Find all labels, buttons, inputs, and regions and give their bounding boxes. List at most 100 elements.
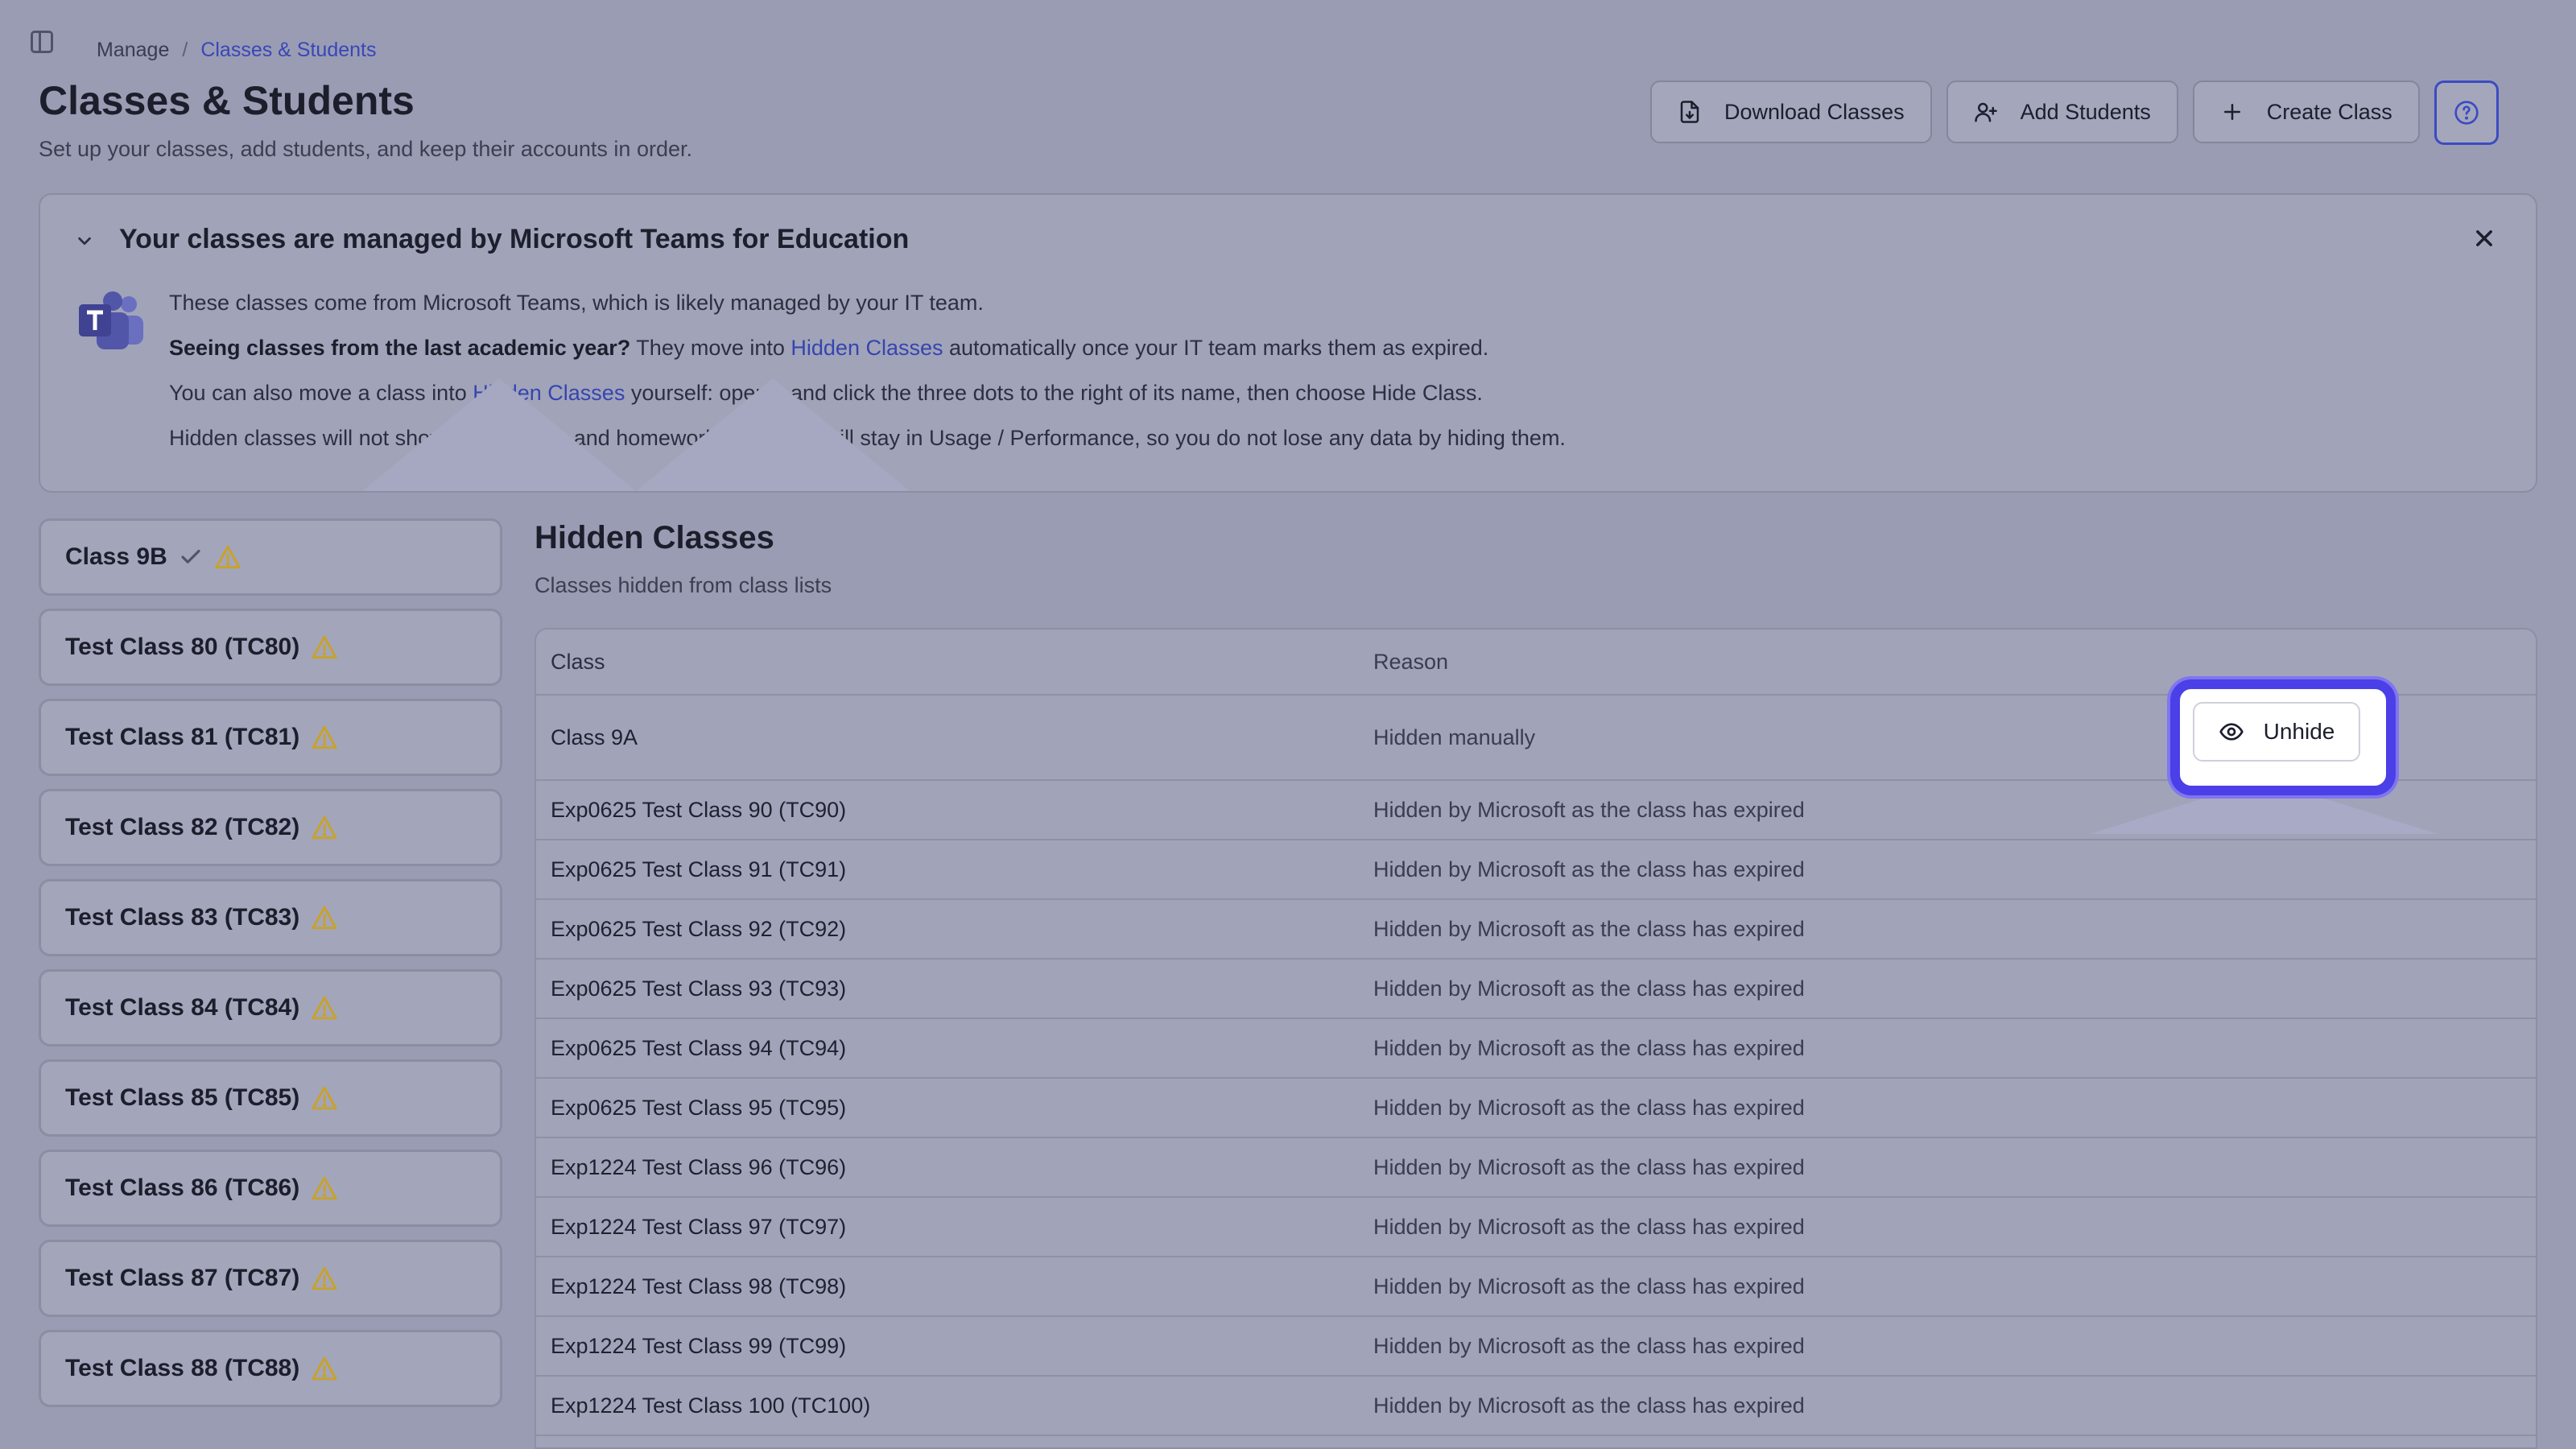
cell-class-name: Exp0625 Test Class 92 (TC92) — [551, 916, 847, 941]
table-row[interactable]: Exp0625 Test Class 95 (TC95) Hidden by Mi… — [536, 1079, 2536, 1138]
hidden-classes-table: Class Reason Class 9A Hidden manually Exp0… — [535, 628, 2537, 1449]
cell-reason: Hidden by Microsoft as the class has exp… — [1373, 857, 1805, 881]
class-list-item[interactable]: Test Class 81 (TC81) — [39, 699, 502, 776]
class-list-item-label: Test Class 85 (TC85) — [65, 1084, 300, 1111]
table-row[interactable]: Exp1224 Test Class 98 (TC98) Hidden by Mi… — [536, 1257, 2536, 1317]
cell-class-name: Exp0625 Test Class 94 (TC94) — [551, 1035, 847, 1060]
spotlight-shadow — [636, 378, 910, 491]
table-row[interactable]: Exp0625 Test Class 93 (TC93) Hidden by Mi… — [536, 960, 2536, 1019]
eye-icon — [2219, 723, 2244, 741]
cell-class-name: Exp0625 Test Class 91 (TC91) — [551, 857, 847, 881]
cell-reason: Hidden by Microsoft as the class has exp… — [1373, 797, 1805, 822]
class-list-item[interactable]: Test Class 87 (TC87) — [39, 1240, 502, 1317]
cell-reason: Hidden by Microsoft as the class has exp… — [1373, 1154, 1805, 1179]
table-row[interactable]: Exp0625 Test Class 92 (TC92) Hidden by Mi… — [536, 900, 2536, 960]
cell-reason: Hidden by Microsoft as the class has exp… — [1373, 976, 1805, 1001]
breadcrumb-separator: / — [182, 39, 188, 61]
table-row[interactable]: Exp1224 Test Class 97 (TC97) Hidden by Mi… — [536, 1198, 2536, 1257]
spotlight-shadow — [362, 378, 636, 491]
cell-reason: Hidden by Microsoft as the class has exp… — [1373, 1333, 1805, 1358]
warning-icon — [312, 1356, 337, 1381]
question-circle-icon — [2454, 101, 2479, 125]
create-class-button[interactable]: Create Class — [2192, 80, 2420, 143]
class-list-item[interactable]: Test Class 83 (TC83) — [39, 879, 502, 956]
close-icon[interactable] — [2473, 227, 2496, 250]
cell-reason: Hidden by Microsoft as the class has exp… — [1373, 1095, 1805, 1120]
table-row[interactable]: Exp1224 Test Class 96 (TC96) Hidden by Mi… — [536, 1138, 2536, 1198]
column-header-class: Class — [551, 649, 605, 674]
cell-reason: Hidden by Microsoft as the class has exp… — [1373, 1393, 1805, 1418]
breadcrumb-current[interactable]: Classes & Students — [200, 39, 376, 62]
class-list-item[interactable]: Test Class 86 (TC86) — [39, 1150, 502, 1227]
add-students-button[interactable]: Add Students — [1946, 80, 2178, 143]
class-list-item-label: Test Class 86 (TC86) — [65, 1174, 300, 1201]
cell-reason: Hidden by Microsoft as the class has exp… — [1373, 1214, 1805, 1239]
banner-line-1: These classes come from Microsoft Teams,… — [169, 291, 984, 315]
warning-icon — [312, 1086, 337, 1110]
hidden-classes-title: Hidden Classes — [535, 520, 774, 555]
hidden-classes-link[interactable]: Hidden Classes — [791, 336, 943, 360]
table-row[interactable]: Exp1224 Test Class 99 (TC99) Hidden by Mi… — [536, 1317, 2536, 1377]
sidebar-toggle-icon[interactable] — [31, 31, 53, 53]
class-list-item-label: Test Class 83 (TC83) — [65, 904, 300, 931]
table-row[interactable]: Exp0625 Test Class 94 (TC94) Hidden by Mi… — [536, 1019, 2536, 1079]
help-button[interactable] — [2434, 80, 2499, 145]
class-list-item[interactable]: Test Class 82 (TC82) — [39, 789, 502, 866]
user-plus-icon — [1974, 102, 1997, 122]
warning-icon — [312, 635, 337, 659]
chevron-down-icon[interactable] — [76, 232, 93, 250]
class-list-item-label: Test Class 87 (TC87) — [65, 1265, 300, 1291]
cell-reason: Hidden by Microsoft as the class has exp… — [1373, 916, 1805, 941]
class-list-item-label: Test Class 88 (TC88) — [65, 1355, 300, 1381]
breadcrumb-manage[interactable]: Manage — [97, 39, 169, 62]
cell-class-name: Exp1224 Test Class 100 (TC100) — [551, 1393, 871, 1418]
banner-title: Your classes are managed by Microsoft Te… — [119, 224, 910, 254]
class-list-item[interactable]: Test Class 84 (TC84) — [39, 969, 502, 1046]
class-list-item[interactable]: Test Class 85 (TC85) — [39, 1059, 502, 1137]
page-subtitle: Set up your classes, add students, and k… — [39, 137, 692, 161]
cell-reason: Hidden manually — [1373, 724, 1536, 749]
plus-icon — [2223, 104, 2240, 120]
class-list-item[interactable]: Class 9B — [39, 518, 502, 596]
cell-class-name: Exp1224 Test Class 96 (TC96) — [551, 1154, 847, 1179]
table-row[interactable]: Exp0625 Test Class 91 (TC91) Hidden by Mi… — [536, 840, 2536, 900]
page: Manage / Classes & Students Classes & St… — [0, 0, 2576, 1449]
microsoft-teams-logo-icon — [79, 291, 143, 349]
banner-line-2-text-b: automatically once your IT team marks th… — [943, 336, 1489, 360]
teams-managed-banner: Your classes are managed by Microsoft Te… — [39, 193, 2537, 493]
page-title: Classes & Students — [39, 78, 415, 123]
warning-icon — [312, 725, 337, 749]
table-row[interactable]: Exp1224 Test Class 100 (TC100) Hidden by … — [536, 1377, 2536, 1436]
cell-class-name: Exp0625 Test Class 95 (TC95) — [551, 1095, 847, 1120]
warning-icon — [312, 815, 337, 840]
banner-line-2: Seeing classes from the last academic ye… — [169, 332, 1566, 377]
warning-icon — [312, 906, 337, 930]
banner-line-2-bold: Seeing classes from the last academic ye… — [169, 336, 631, 360]
cell-class-name: Exp0625 Test Class 90 (TC90) — [551, 797, 847, 822]
cell-reason: Hidden by Microsoft as the class has exp… — [1373, 1035, 1805, 1060]
warning-icon — [215, 545, 241, 569]
unhide-button[interactable]: Unhide — [2193, 702, 2360, 762]
banner-line-2-text-a: They move into — [630, 336, 791, 360]
class-list-item-label: Test Class 81 (TC81) — [65, 724, 300, 750]
hidden-classes-subtitle: Classes hidden from class lists — [535, 573, 832, 597]
cell-class-name: Exp1224 Test Class 97 (TC97) — [551, 1214, 847, 1239]
download-classes-button[interactable]: Download Classes — [1650, 80, 1932, 143]
class-list: Class 9B Test Class 80 (TC80) Test Class 8… — [39, 518, 502, 1420]
class-list-item-label: Class 9B — [65, 543, 167, 570]
warning-icon — [312, 1176, 337, 1200]
cell-class-name: Exp0625 Test Class 93 (TC93) — [551, 976, 847, 1001]
class-list-item[interactable]: Test Class 80 (TC80) — [39, 609, 502, 686]
create-class-label: Create Class — [2266, 99, 2392, 124]
class-list-item-label: Test Class 82 (TC82) — [65, 814, 300, 840]
toolbar: Download Classes Add Students Create Cla… — [1650, 80, 2576, 145]
class-list-item[interactable]: Test Class 88 (TC88) — [39, 1330, 502, 1407]
warning-icon — [312, 996, 337, 1020]
cell-class-name: Exp1224 Test Class 99 (TC99) — [551, 1333, 847, 1358]
class-list-item-label: Test Class 84 (TC84) — [65, 994, 300, 1021]
cell-class-name: Exp1224 Test Class 98 (TC98) — [551, 1274, 847, 1298]
check-icon — [181, 549, 200, 564]
breadcrumb: Manage / Classes & Students — [97, 39, 376, 62]
cell-class-name: Class 9A — [551, 724, 638, 749]
column-header-reason: Reason — [1373, 649, 1449, 674]
